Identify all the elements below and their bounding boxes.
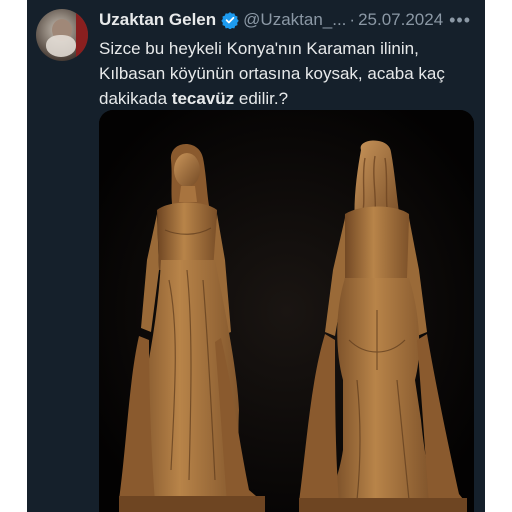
- avatar-background-accent: [76, 9, 88, 61]
- avatar[interactable]: [36, 9, 88, 61]
- statues-illustration: [99, 110, 474, 512]
- tweet-text: Sizce bu heykeli Konya'nın Karaman ilini…: [99, 36, 471, 111]
- header-separator: ·: [349, 10, 356, 29]
- verified-badge-icon: [221, 12, 239, 29]
- avatar-beard: [46, 35, 76, 57]
- tweet-date[interactable]: 25.07.2024: [358, 9, 443, 31]
- tweet-text-end: edilir.?: [234, 89, 289, 108]
- tweet-header: Uzaktan Gelen @Uzaktan_... · 25.07.2024 …: [99, 9, 477, 31]
- display-name[interactable]: Uzaktan Gelen: [99, 9, 216, 31]
- tweet-text-bold: tecavüz: [171, 89, 235, 108]
- tweet-card[interactable]: Uzaktan Gelen @Uzaktan_... · 25.07.2024 …: [27, 0, 485, 512]
- tweet-media-image[interactable]: [99, 110, 474, 512]
- user-handle[interactable]: @Uzaktan_...: [243, 9, 346, 31]
- more-horizontal-icon[interactable]: •••: [449, 9, 471, 31]
